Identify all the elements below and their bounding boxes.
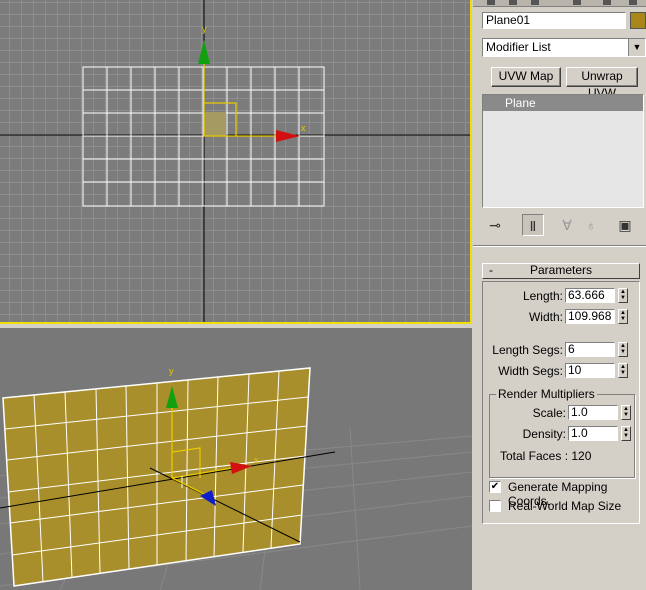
uvw-map-button[interactable]: UVW Map (491, 67, 561, 87)
object-name-field[interactable]: Plane01 (482, 12, 626, 29)
display-tab[interactable] (603, 0, 611, 5)
y-axis-arrow-icon[interactable] (198, 40, 210, 64)
top-viewport[interactable]: x y (0, 0, 472, 324)
modify-tab[interactable] (509, 0, 517, 5)
real-world-map-size-checkbox[interactable] (489, 500, 501, 512)
collapse-icon[interactable]: - (489, 264, 493, 277)
utilities-tab[interactable] (629, 0, 637, 5)
perspective-viewport-canvas[interactable]: x y (0, 328, 472, 590)
parameters-rollout: Length: 63.666 ▲ ▼ Width: 109.968 ▲ ▼ Leng… (482, 281, 640, 524)
make-unique-icon[interactable]: ∀ (556, 214, 578, 236)
real-world-map-size-label[interactable]: Real-World Map Size (508, 499, 621, 513)
width-label: Width: (528, 310, 563, 324)
length-spinner[interactable]: ▲ ▼ (618, 288, 628, 303)
hierarchy-tab[interactable] (531, 0, 539, 5)
modifier-stack[interactable]: Plane (482, 94, 644, 208)
show-end-result-icon[interactable]: Ⅱ (522, 214, 544, 236)
x-axis-arrow-icon[interactable] (276, 130, 300, 142)
y-axis-label: y (202, 24, 207, 34)
parameters-rollout-header[interactable]: - Parameters (482, 263, 640, 279)
motion-tab[interactable] (573, 0, 581, 5)
width-segs-label: Width Segs: (498, 364, 563, 378)
command-panel: Plane01 Modifier List ▼ UVW Map Unwrap U… (473, 0, 646, 588)
length-label: Length: (522, 289, 563, 303)
density-field[interactable]: 1.0 (568, 426, 618, 441)
modifier-stack-toolbar: ⊸ Ⅱ ∀ ♁ ▣ (482, 214, 646, 238)
scale-label: Scale: (532, 406, 566, 420)
density-label: Density: (522, 427, 566, 441)
perspective-viewport[interactable]: x y (0, 326, 472, 590)
generate-mapping-checkbox[interactable]: ✔ (489, 481, 501, 493)
x-axis-label: x (301, 123, 306, 133)
unwrap-uvw-button[interactable]: Unwrap UVW (566, 67, 638, 100)
length-segs-label: Length Segs: (492, 343, 563, 357)
modifier-list-dropdown[interactable]: Modifier List ▼ (482, 38, 646, 57)
move-gizmo[interactable]: x y (198, 24, 306, 142)
render-multipliers-group: Render Multipliers Scale: 1.0 ▲ ▼ Density… (489, 387, 635, 478)
length-segs-field[interactable]: 6 (565, 342, 615, 357)
scale-spinner[interactable]: ▲ ▼ (621, 405, 631, 420)
top-viewport-canvas[interactable]: x y (0, 0, 470, 324)
modifier-list-label: Modifier List (486, 40, 551, 54)
parameters-title: Parameters (529, 263, 593, 277)
width-spinner[interactable]: ▲ ▼ (618, 309, 628, 324)
create-tab[interactable] (487, 0, 495, 5)
length-segs-spinner[interactable]: ▲ ▼ (618, 342, 628, 357)
y-axis-label: y (169, 366, 174, 376)
total-faces-text: Total Faces : 120 (500, 449, 592, 463)
x-axis-label: x (254, 455, 259, 465)
density-spinner[interactable]: ▲ ▼ (621, 426, 631, 441)
object-color-swatch[interactable] (630, 12, 646, 29)
stack-item-plane[interactable]: Plane (483, 95, 643, 111)
width-segs-field[interactable]: 10 (565, 363, 615, 378)
scale-field[interactable]: 1.0 (568, 405, 618, 420)
configure-sets-icon[interactable]: ▣ (614, 214, 636, 236)
remove-modifier-icon[interactable]: ♁ (580, 214, 602, 236)
chevron-down-icon[interactable]: ▼ (628, 39, 645, 56)
width-segs-spinner[interactable]: ▲ ▼ (618, 363, 628, 378)
panel-divider (473, 245, 646, 247)
plane-shaded[interactable] (2, 367, 311, 587)
render-multipliers-title: Render Multipliers (496, 387, 597, 401)
command-panel-tabs[interactable] (473, 0, 646, 7)
pin-stack-icon[interactable]: ⊸ (484, 214, 506, 236)
length-field[interactable]: 63.666 (565, 288, 615, 303)
width-field[interactable]: 109.968 (565, 309, 615, 324)
